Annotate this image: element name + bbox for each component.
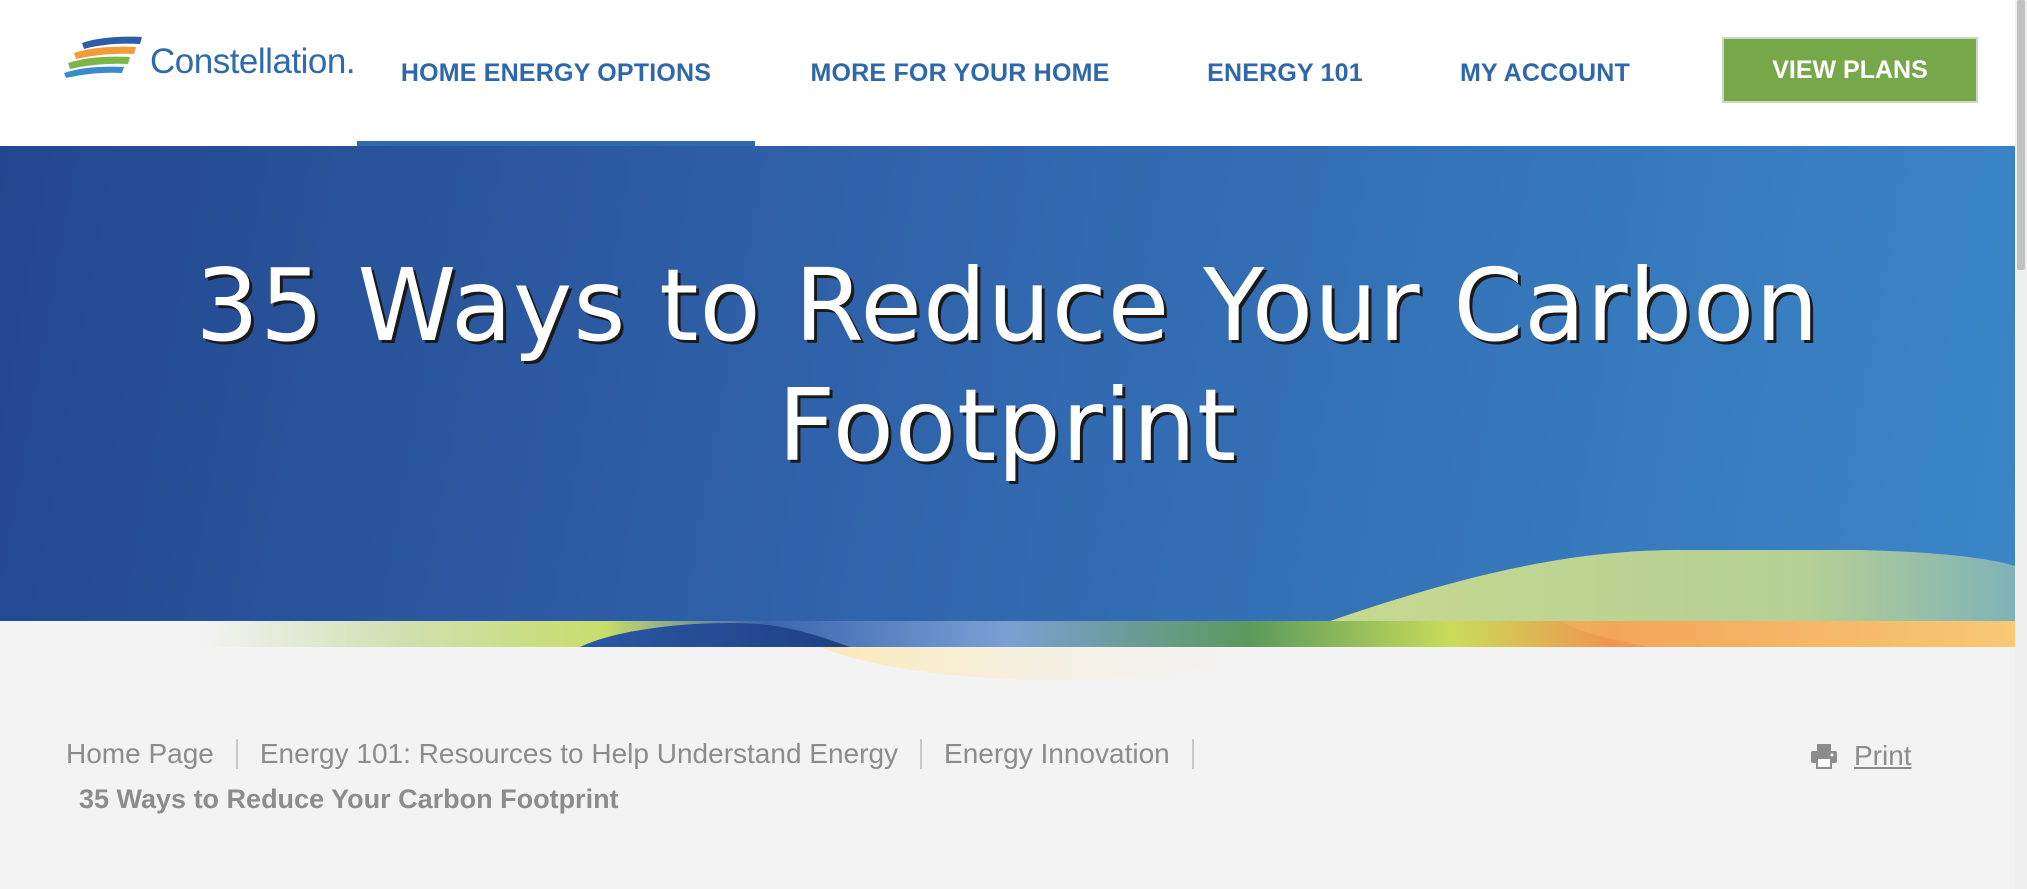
page: Constellation. HOME ENERGY OPTIONS MORE … <box>0 0 2027 889</box>
scrollbar-thumb[interactable] <box>2017 0 2025 270</box>
breadcrumb-energy-innovation[interactable]: Energy Innovation <box>944 738 1170 770</box>
print-link[interactable]: Print <box>1810 740 1912 772</box>
constellation-logo-mark-icon <box>64 36 142 78</box>
view-plans-button[interactable]: VIEW PLANS <box>1722 37 1978 103</box>
page-title-line-2: Footprint <box>777 367 1238 484</box>
nav-home-energy-options[interactable]: HOME ENERGY OPTIONS <box>357 0 755 146</box>
print-label: Print <box>1854 740 1912 771</box>
decorative-wave-graphic <box>0 550 2015 681</box>
nav-my-account[interactable]: MY ACCOUNT <box>1440 0 1650 146</box>
nav-more-for-your-home[interactable]: MORE FOR YOUR HOME <box>790 0 1130 146</box>
breadcrumb-separator <box>920 739 923 769</box>
site-header: Constellation. HOME ENERGY OPTIONS MORE … <box>0 0 2015 146</box>
constellation-logo[interactable]: Constellation. <box>64 32 356 82</box>
page-title-line-1: 35 Ways to Reduce Your Carbon <box>195 247 1820 364</box>
nav-energy-101[interactable]: ENERGY 101 <box>1190 0 1380 146</box>
page-scrollbar[interactable] <box>2015 0 2027 889</box>
breadcrumb-energy-101[interactable]: Energy 101: Resources to Help Understand… <box>260 738 898 770</box>
printer-icon <box>1811 744 1837 769</box>
brand-name: Constellation. <box>150 42 356 81</box>
breadcrumb-current-page: 35 Ways to Reduce Your Carbon Footprint <box>79 784 619 814</box>
breadcrumb-home-page[interactable]: Home Page <box>66 738 214 770</box>
page-title: 35 Ways to Reduce Your Carbon Footprint <box>0 246 2015 486</box>
breadcrumb-separator <box>1191 739 1194 769</box>
breadcrumb: Home Page Energy 101: Resources to Help … <box>66 738 1216 770</box>
breadcrumb-separator <box>235 739 238 769</box>
